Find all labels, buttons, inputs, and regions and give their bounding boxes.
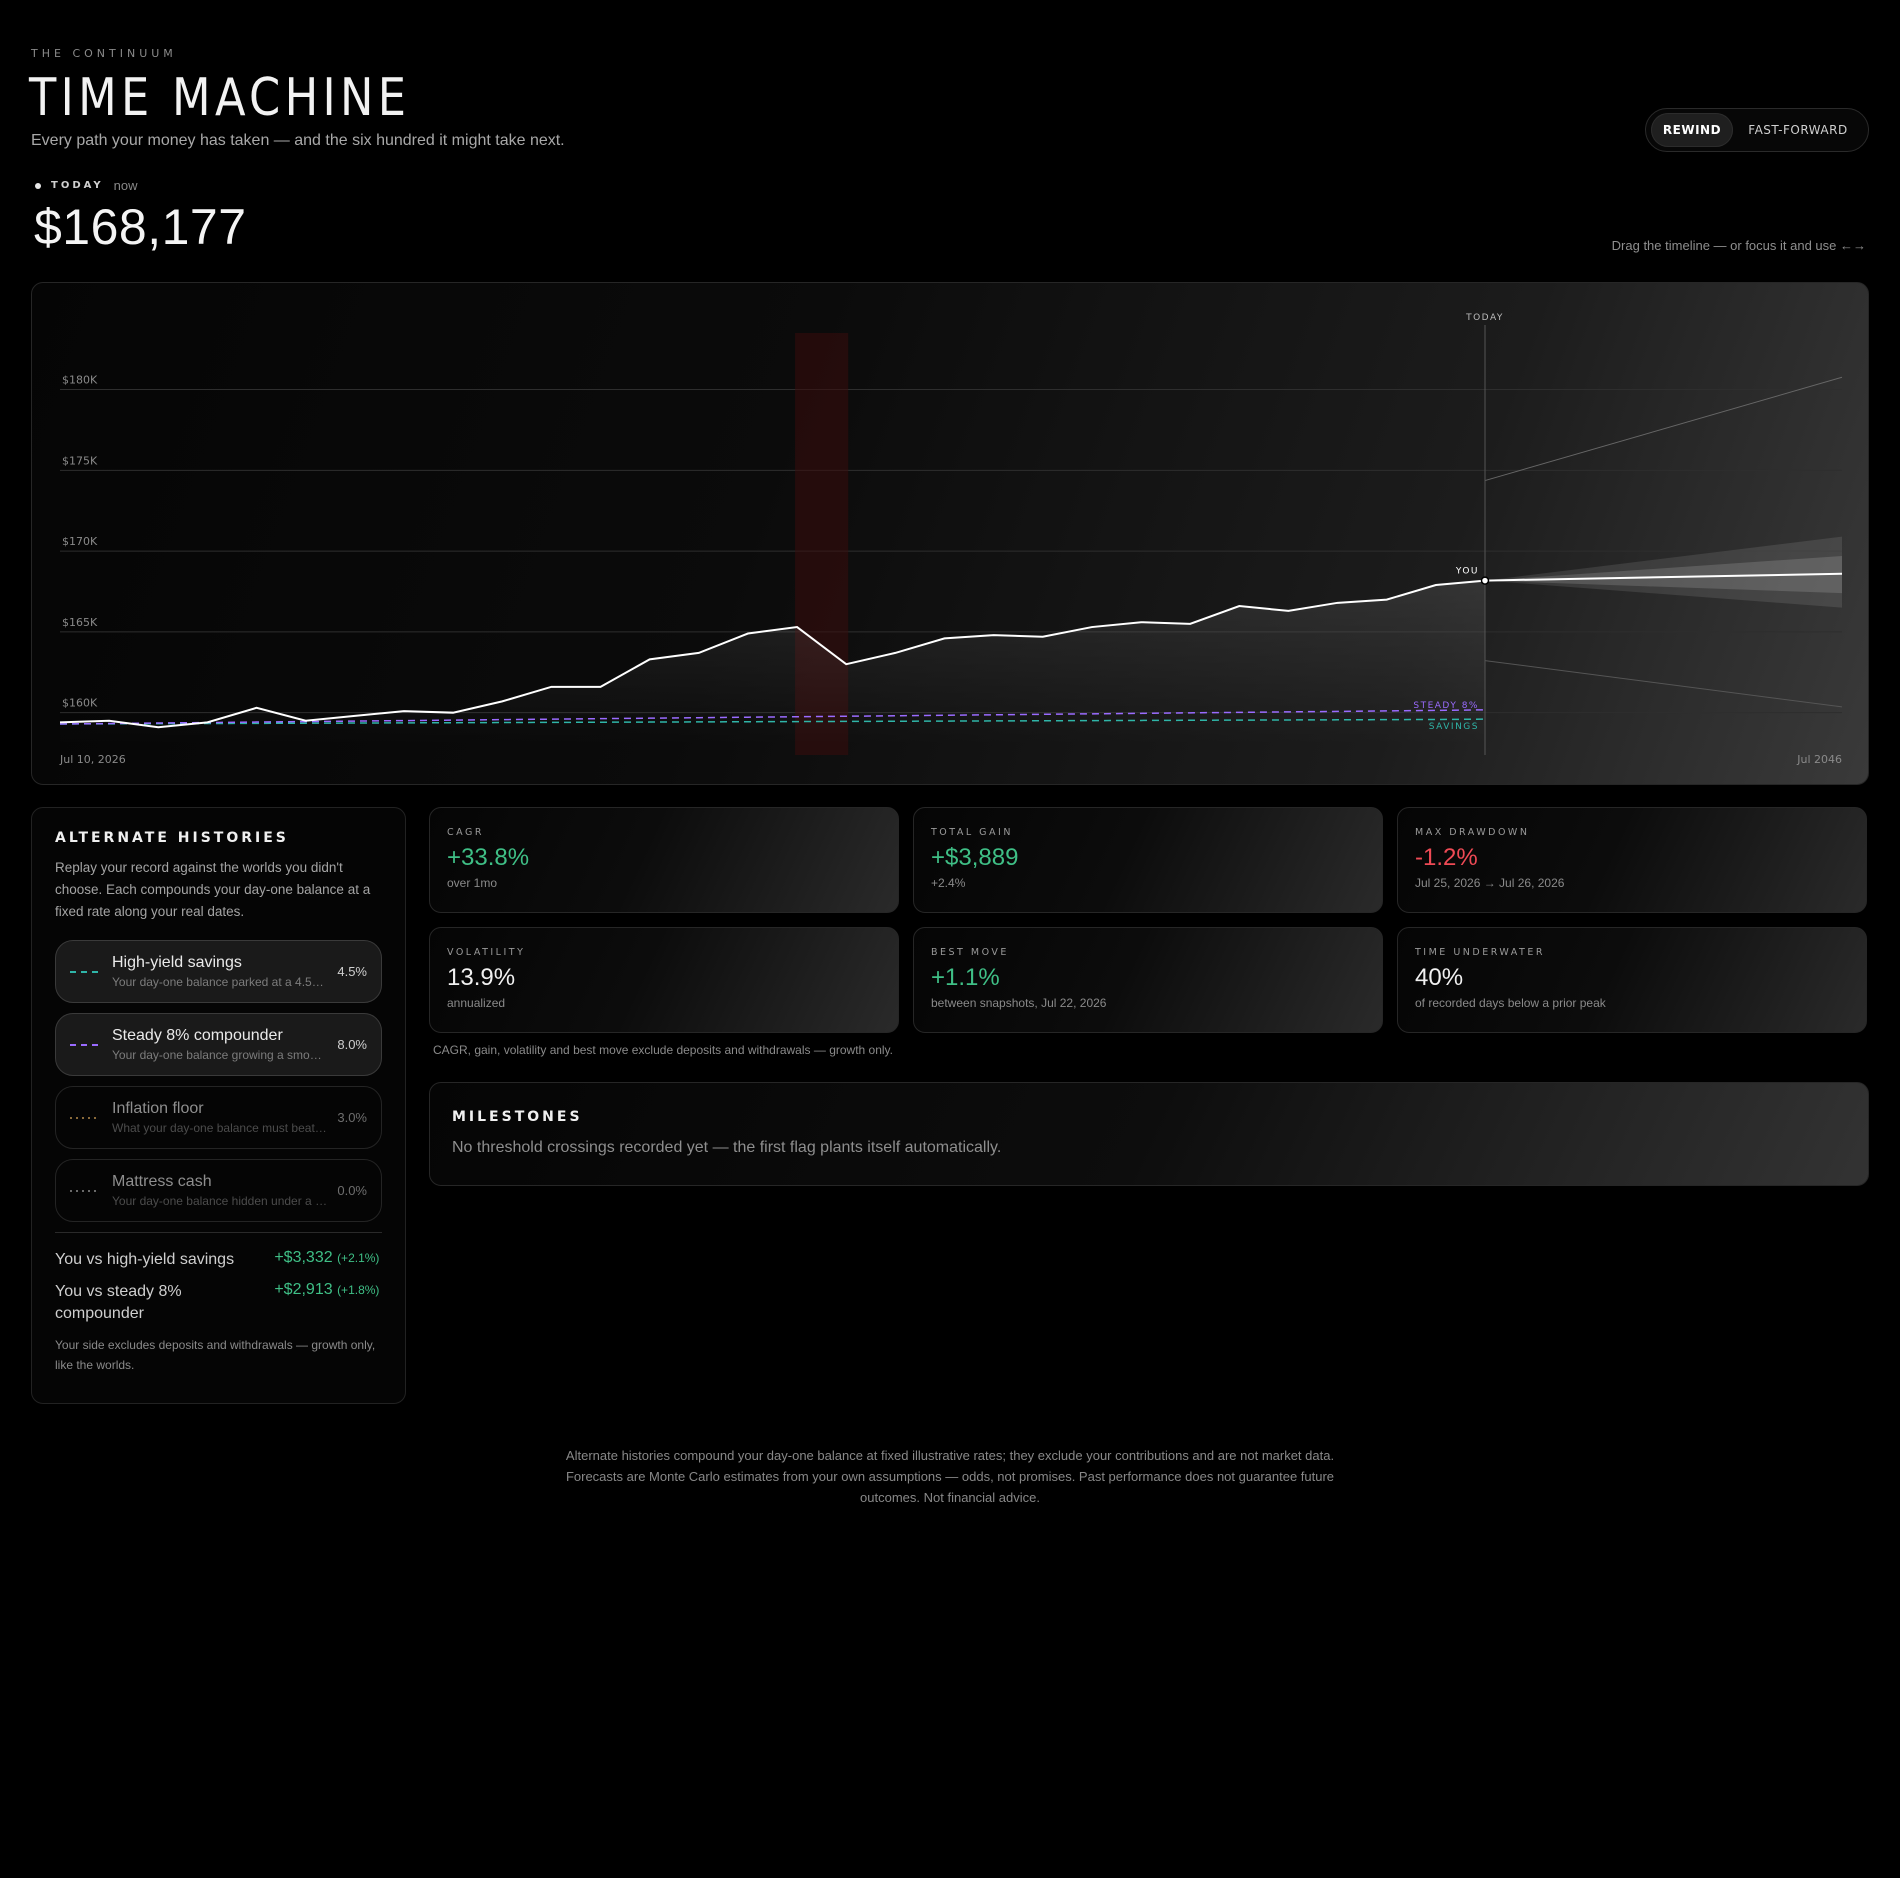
comparison-amount: +$2,913 bbox=[274, 1281, 333, 1298]
stat-label: TIME UNDERWATER bbox=[1415, 947, 1545, 958]
comparison-pct: (+1.8%) bbox=[337, 1283, 380, 1297]
comparison-row: You vs steady 8% compounder +$2,913 (+1.8… bbox=[55, 1281, 382, 1325]
stat-note: between snapshots, Jul 22, 2026 bbox=[931, 996, 1107, 1010]
y-tick-label: $160K bbox=[62, 697, 98, 710]
you-point bbox=[1480, 576, 1490, 585]
stat-note: of recorded days below a prior peak bbox=[1415, 996, 1606, 1010]
alternate-history-3[interactable]: Mattress cash Your day-one balance hidden… bbox=[55, 1159, 382, 1222]
stat-card-time-underwater: TIME UNDERWATER 40% of recorded days below… bbox=[1397, 927, 1867, 1033]
line-swatch-icon bbox=[70, 1189, 98, 1192]
timeline-chart-svg[interactable]: $160K $165K $170K $175K $180K TODAY YOU STEADY … bbox=[32, 283, 1869, 785]
line-swatch-icon bbox=[70, 1043, 98, 1046]
alternate-history-text: Inflation floor What your day-one balance… bbox=[112, 1100, 327, 1135]
stat-value: +33.8% bbox=[447, 844, 530, 871]
forecast-lower-path bbox=[1484, 660, 1843, 708]
milestones-title: MILESTONES bbox=[452, 1109, 583, 1125]
alternate-history-rate: 3.0% bbox=[337, 1110, 367, 1125]
page-subtitle: Every path your money has taken — and th… bbox=[31, 132, 565, 149]
milestones-panel: MILESTONES No threshold crossings record… bbox=[429, 1082, 1869, 1186]
alternate-history-name: High-yield savings bbox=[112, 954, 242, 971]
alternate-history-sub: Your day-one balance growing a smooth 8% bbox=[112, 1048, 328, 1062]
alternate-history-1[interactable]: Steady 8% compounder Your day-one balance… bbox=[55, 1013, 382, 1076]
alternate-history-rate: 8.0% bbox=[337, 1037, 367, 1052]
alternate-history-rate: 4.5% bbox=[337, 964, 367, 979]
line-swatch-icon bbox=[70, 1116, 98, 1119]
today-indicator: TODAY now bbox=[35, 178, 138, 193]
alternate-history-sub: Your day-one balance hidden under a matt… bbox=[112, 1194, 327, 1208]
timeline-chart[interactable]: $160K $165K $170K $175K $180K TODAY YOU STEADY … bbox=[31, 282, 1869, 785]
footer-disclaimer: Alternate histories compound your day-on… bbox=[565, 1448, 1335, 1505]
rewind-button[interactable]: REWIND bbox=[1651, 113, 1733, 147]
comparison-row: You vs high-yield savings +$3,332 (+2.1%) bbox=[55, 1249, 382, 1271]
alternate-history-name: Mattress cash bbox=[112, 1173, 212, 1190]
today-marker-label: TODAY bbox=[1465, 313, 1504, 323]
comparison-value: +$3,332 (+2.1%) bbox=[274, 1249, 382, 1271]
savings-series-label: SAVINGS bbox=[1429, 722, 1479, 732]
comparison-footnote: Your side excludes deposits and withdraw… bbox=[55, 1338, 376, 1372]
eyebrow: THE CONTINUUM bbox=[31, 47, 177, 60]
alternate-history-sub: What your day-one balance must beat to h… bbox=[112, 1121, 328, 1135]
today-when: now bbox=[113, 178, 138, 193]
stat-note: over 1mo bbox=[447, 876, 498, 890]
line-swatch-icon bbox=[70, 970, 98, 973]
stat-card-volatility: VOLATILITY 13.9% annualized bbox=[429, 927, 899, 1033]
comparison-amount: +$3,332 bbox=[274, 1249, 333, 1266]
milestones-empty-message: No threshold crossings recorded yet — th… bbox=[452, 1139, 1002, 1156]
comparison-label: You vs high-yield savings bbox=[55, 1251, 235, 1268]
x-start-label: Jul 10, 2026 bbox=[59, 753, 126, 766]
alternate-histories-title: ALTERNATE HISTORIES bbox=[55, 830, 289, 846]
y-tick-label: $175K bbox=[62, 454, 98, 467]
stat-label: TOTAL GAIN bbox=[931, 827, 1013, 838]
alternate-histories-panel: ALTERNATE HISTORIES Replay your record a… bbox=[31, 807, 406, 1404]
alternate-history-name: Inflation floor bbox=[112, 1100, 204, 1117]
stat-label: VOLATILITY bbox=[447, 947, 526, 958]
today-label: TODAY bbox=[51, 180, 104, 191]
stat-value: 40% bbox=[1415, 964, 1464, 991]
alternate-history-name: Steady 8% compounder bbox=[112, 1027, 283, 1044]
stat-value: +1.1% bbox=[931, 964, 1000, 991]
stat-card-cagr: CAGR +33.8% over 1mo bbox=[429, 807, 899, 913]
alternate-history-rate: 0.0% bbox=[337, 1183, 367, 1198]
x-end-label: Jul 2046 bbox=[1796, 753, 1842, 766]
stat-label: CAGR bbox=[447, 827, 484, 838]
stat-note: Jul 25, 2026 → Jul 26, 2026 bbox=[1415, 876, 1565, 890]
stat-card-best-move: BEST MOVE +1.1% between snapshots, Jul 22,… bbox=[913, 927, 1383, 1033]
y-tick-label: $170K bbox=[62, 535, 98, 548]
stat-value: 13.9% bbox=[447, 964, 516, 991]
alternate-histories-description: Replay your record against the worlds yo… bbox=[55, 860, 371, 919]
drag-hint: Drag the timeline — or focus it and use … bbox=[1611, 238, 1866, 253]
you-area-fill bbox=[60, 580, 1485, 745]
stat-value: -1.2% bbox=[1415, 844, 1478, 871]
alternate-history-0[interactable]: High-yield savings Your day-one balance p… bbox=[55, 940, 382, 1003]
stat-card-max-drawdown: MAX DRAWDOWN -1.2% Jul 25, 2026 → Jul 26, … bbox=[1397, 807, 1867, 913]
current-balance: $168,177 bbox=[34, 199, 247, 255]
stat-value: +$3,889 bbox=[931, 844, 1019, 871]
stat-label: MAX DRAWDOWN bbox=[1415, 827, 1530, 838]
stat-note: +2.4% bbox=[931, 876, 966, 890]
alternate-history-text: High-yield savings Your day-one balance p… bbox=[112, 954, 327, 989]
alternate-history-text: Steady 8% compounder Your day-one balance… bbox=[112, 1027, 327, 1062]
comparison-pct: (+2.1%) bbox=[337, 1251, 380, 1265]
you-label: YOU bbox=[1455, 567, 1479, 577]
steady-series-label: STEADY 8% bbox=[1413, 701, 1479, 711]
forecast-upper-path bbox=[1484, 376, 1843, 482]
stat-card-total-gain: TOTAL GAIN +$3,889 +2.4% bbox=[913, 807, 1383, 913]
stat-note: annualized bbox=[447, 996, 506, 1010]
y-tick-label: $165K bbox=[62, 616, 98, 629]
stats-disclaimer: CAGR, gain, volatility and best move exc… bbox=[433, 1043, 894, 1057]
alternate-history-2[interactable]: Inflation floor What your day-one balance… bbox=[55, 1086, 382, 1149]
today-dot-icon bbox=[35, 182, 41, 189]
alternate-history-sub: Your day-one balance parked at a 4.5% yi… bbox=[112, 975, 328, 989]
alternate-history-text: Mattress cash Your day-one balance hidden… bbox=[112, 1173, 327, 1208]
fast-forward-button[interactable]: FAST-FORWARD bbox=[1733, 113, 1863, 147]
page-title: TIME MACHINE bbox=[29, 68, 411, 128]
divider bbox=[55, 1232, 382, 1233]
y-tick-label: $180K bbox=[62, 374, 98, 387]
comparison-label: You vs steady 8% compounder bbox=[55, 1283, 182, 1322]
comparison-value: +$2,913 (+1.8%) bbox=[274, 1281, 382, 1325]
mode-toggle: REWIND FAST-FORWARD bbox=[1645, 108, 1869, 152]
stat-label: BEST MOVE bbox=[931, 947, 1009, 958]
